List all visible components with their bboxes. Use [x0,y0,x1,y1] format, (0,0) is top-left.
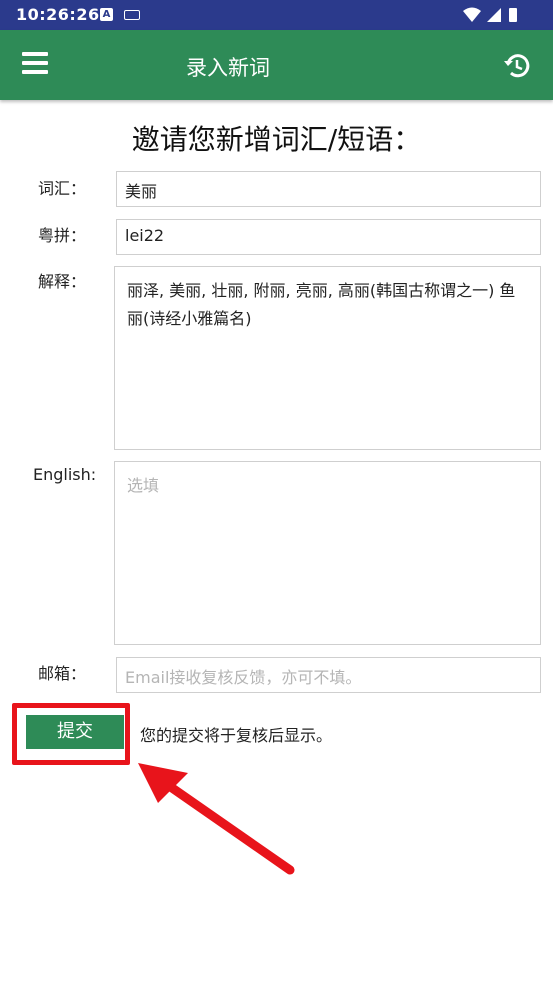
battery-icon [509,8,517,22]
status-icons [463,7,517,22]
english-textarea[interactable]: 选填 [114,461,541,645]
explanation-textarea[interactable]: 丽泽, 美丽, 壮丽, 附丽, 亮丽, 高丽(韩国古称谓之一) 鱼丽(诗经小雅篇… [114,266,541,450]
history-icon[interactable] [503,52,531,80]
page-heading: 邀请您新增词汇/短语： [131,123,422,156]
submit-button[interactable]: 提交 [26,715,124,749]
jyutping-label: 粤拼： [38,226,87,245]
jyutping-input[interactable]: lei22 [116,219,541,255]
signal-icon [487,8,501,22]
submit-note: 您的提交将于复核后显示。 [140,726,333,745]
app-bar: 录入新词 [0,30,553,100]
word-input[interactable]: 美丽 [116,171,541,207]
wifi-icon [463,7,481,22]
accessibility-a-icon: A [100,8,113,21]
status-bar: 10:26:26 A [0,0,553,30]
email-input[interactable]: Email接收复核反馈，亦可不填。 [116,657,541,693]
status-time: 10:26:26 [16,5,100,24]
app-title: 录入新词 [186,56,270,80]
english-label: English: [33,465,97,484]
keyboard-icon [124,10,140,20]
annotation-arrow-icon [138,763,295,875]
menu-icon[interactable] [22,52,50,78]
email-label: 邮箱： [38,664,87,683]
word-label: 词汇： [38,179,87,198]
explanation-label: 解释： [38,272,87,291]
